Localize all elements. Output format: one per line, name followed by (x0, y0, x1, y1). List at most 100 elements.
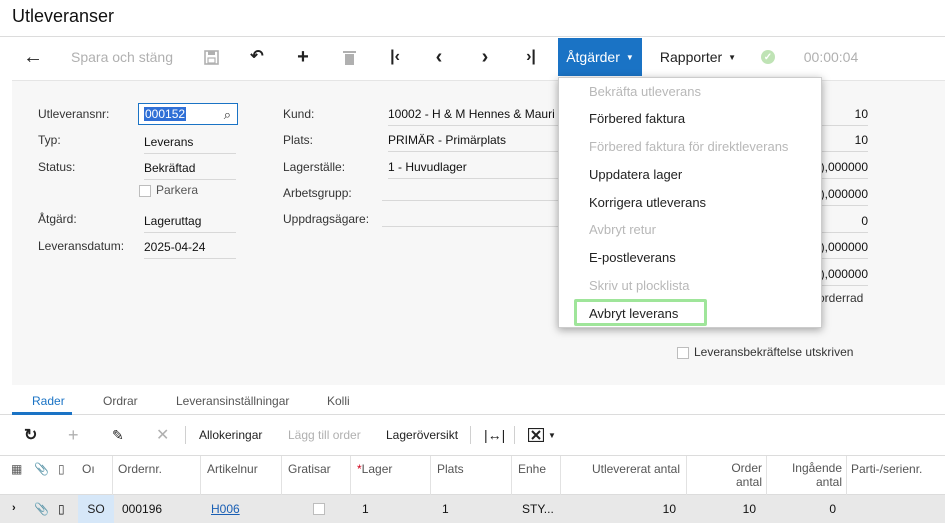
owner-field[interactable] (382, 215, 558, 227)
warehouse-field[interactable]: 1 - Huvudlager (388, 160, 558, 179)
arrow-left-icon: ← (23, 46, 43, 68)
caret-down-icon: ▼ (625, 52, 634, 62)
menu-item-correct-shipment[interactable]: Korrigera utleverans (589, 195, 706, 210)
timer: 00:00:04 (803, 49, 859, 65)
col-warehouse[interactable]: *Lager (357, 462, 392, 476)
undo-button[interactable]: ↶ (242, 38, 272, 76)
grid-delete-button[interactable]: ✕ (156, 418, 169, 452)
back-button[interactable]: ← (16, 38, 50, 76)
customer-field[interactable]: 10002 - H & M Hennes & Mauri (388, 107, 558, 126)
owner-label: Uppdragsägare: (283, 212, 370, 226)
col-order-qty[interactable]: Order antal (690, 461, 762, 489)
unit-cell[interactable]: STY... (522, 502, 554, 516)
shipped-qty-cell[interactable]: 10 (600, 502, 676, 516)
refresh-icon: ↻ (24, 427, 38, 444)
last-record-icon: ›| (526, 48, 536, 65)
excel-export-icon (528, 428, 544, 442)
actions-menu-button[interactable]: Åtgärder ▼ (558, 38, 642, 76)
date-field[interactable]: 2025-04-24 (144, 240, 236, 259)
fit-columns-button[interactable]: |↔| (484, 418, 505, 452)
divider (846, 456, 847, 496)
trash-icon (342, 50, 356, 65)
date-label: Leveransdatum: (38, 239, 125, 253)
grid-add-button[interactable]: + (68, 418, 79, 452)
location-field[interactable]: PRIMÄR - Primärplats (388, 133, 558, 152)
menu-item-cancel-shipment[interactable]: Avbryt leverans (589, 306, 678, 321)
location-label: Plats: (283, 133, 314, 147)
add-button[interactable]: + (288, 38, 318, 76)
reports-menu-button[interactable]: Rapporter ▼ (652, 38, 744, 76)
menu-item-confirm-shipment[interactable]: Bekräfta utleverans (589, 84, 701, 99)
main-toolbar: ← Spara och stäng ↶ + |‹ ‹ › ›| Åtgärder… (0, 38, 945, 76)
add-order-button[interactable]: Lägg till order (288, 418, 361, 452)
previous-record-button[interactable]: ‹ (424, 38, 454, 76)
plus-icon: + (297, 46, 309, 68)
shipment-nr-label: Utleveransnr: (38, 107, 110, 121)
status-indicator: ✓ (756, 38, 780, 76)
allocations-button[interactable]: Allokeringar (199, 418, 262, 452)
table-row[interactable]: › 📎 ▯ SO 000196 H006 1 1 STY... 10 10 0 (0, 495, 945, 523)
attachment-icon[interactable]: 📎 (34, 502, 49, 516)
col-location[interactable]: Plats (437, 462, 464, 476)
tab-shipping-settings[interactable]: Leveransinställningar (176, 394, 289, 408)
pencil-icon: ✎ (112, 426, 124, 443)
col-lot-serial[interactable]: Parti-/serienr. (851, 462, 922, 476)
confirm-printed-checkbox[interactable] (677, 347, 689, 359)
park-checkbox[interactable] (139, 185, 151, 197)
search-icon[interactable]: ⌕ (224, 107, 231, 123)
plus-icon: + (68, 424, 79, 445)
item-nr-link[interactable]: H006 (211, 502, 240, 516)
col-item-nr[interactable]: Artikelnur (207, 462, 258, 476)
col-unit[interactable]: Enhe (518, 462, 546, 476)
tab-packages[interactable]: Kolli (327, 394, 350, 408)
type-field[interactable]: Leverans (144, 135, 236, 154)
order-type-cell[interactable]: SO (78, 495, 114, 523)
shipment-nr-input[interactable]: 000152 ⌕ (138, 103, 238, 125)
action-field[interactable]: Lageruttag (144, 214, 236, 233)
first-record-button[interactable]: |‹ (380, 38, 410, 76)
menu-item-update-inventory[interactable]: Uppdatera lager (589, 167, 682, 182)
col-open-qty[interactable]: Ingående antal (770, 461, 842, 489)
delete-button[interactable] (334, 38, 364, 76)
next-record-button[interactable]: › (470, 38, 500, 76)
confirm-printed-label: Leveransbekräftelse utskriven (694, 345, 854, 359)
col-free-item[interactable]: Gratisar (288, 462, 331, 476)
right-value-2: 10 (818, 133, 868, 152)
location-cell[interactable]: 1 (442, 502, 449, 516)
divider (281, 456, 282, 496)
warehouse-label: Lagerställe: (283, 160, 346, 174)
caret-down-icon: ▼ (728, 52, 737, 62)
menu-item-email-shipment[interactable]: E-postleverans (589, 250, 676, 265)
warehouse-cell[interactable]: 1 (362, 502, 369, 516)
workgroup-field[interactable] (382, 189, 558, 201)
col-shipped-qty[interactable]: Utlevererat antal (568, 462, 680, 476)
divider (511, 456, 512, 496)
workgroup-label: Arbetsgrupp: (283, 186, 352, 200)
status-field: Bekräftad (144, 161, 236, 180)
menu-item-cancel-return[interactable]: Avbryt retur (589, 222, 656, 237)
save-button[interactable] (196, 38, 226, 76)
stock-overview-button[interactable]: Lageröversikt (386, 418, 458, 452)
caret-down-icon: ▼ (548, 430, 556, 440)
note-icon: ▯ (58, 462, 65, 476)
last-record-button[interactable]: ›| (516, 38, 546, 76)
order-nr-cell[interactable]: 000196 (122, 502, 162, 516)
free-item-checkbox[interactable] (313, 503, 325, 515)
undo-icon: ↶ (250, 48, 264, 65)
excel-export-button[interactable]: ▼ (528, 418, 556, 452)
save-close-button[interactable]: Spara och stäng (62, 38, 182, 76)
order-line-label: orderrad (818, 291, 864, 305)
tab-orders[interactable]: Ordrar (103, 394, 138, 408)
note-icon[interactable]: ▯ (58, 502, 65, 516)
col-order-type[interactable]: Oı (82, 462, 95, 476)
menu-item-print-pick-list[interactable]: Skriv ut plocklista (589, 278, 689, 293)
grid-edit-button[interactable]: ✎ (112, 418, 124, 452)
divider (560, 456, 561, 496)
col-order-nr[interactable]: Ordernr. (118, 462, 162, 476)
menu-item-prepare-invoice[interactable]: Förbered faktura (589, 111, 685, 126)
row-arrow-icon: › (12, 502, 16, 514)
tab-lines[interactable]: Rader (32, 394, 65, 408)
row-selector-icon[interactable]: ▦ (11, 462, 22, 476)
refresh-button[interactable]: ↻ (24, 418, 37, 452)
menu-item-prepare-dropship-invoice[interactable]: Förbered faktura för direktleverans (589, 139, 788, 154)
